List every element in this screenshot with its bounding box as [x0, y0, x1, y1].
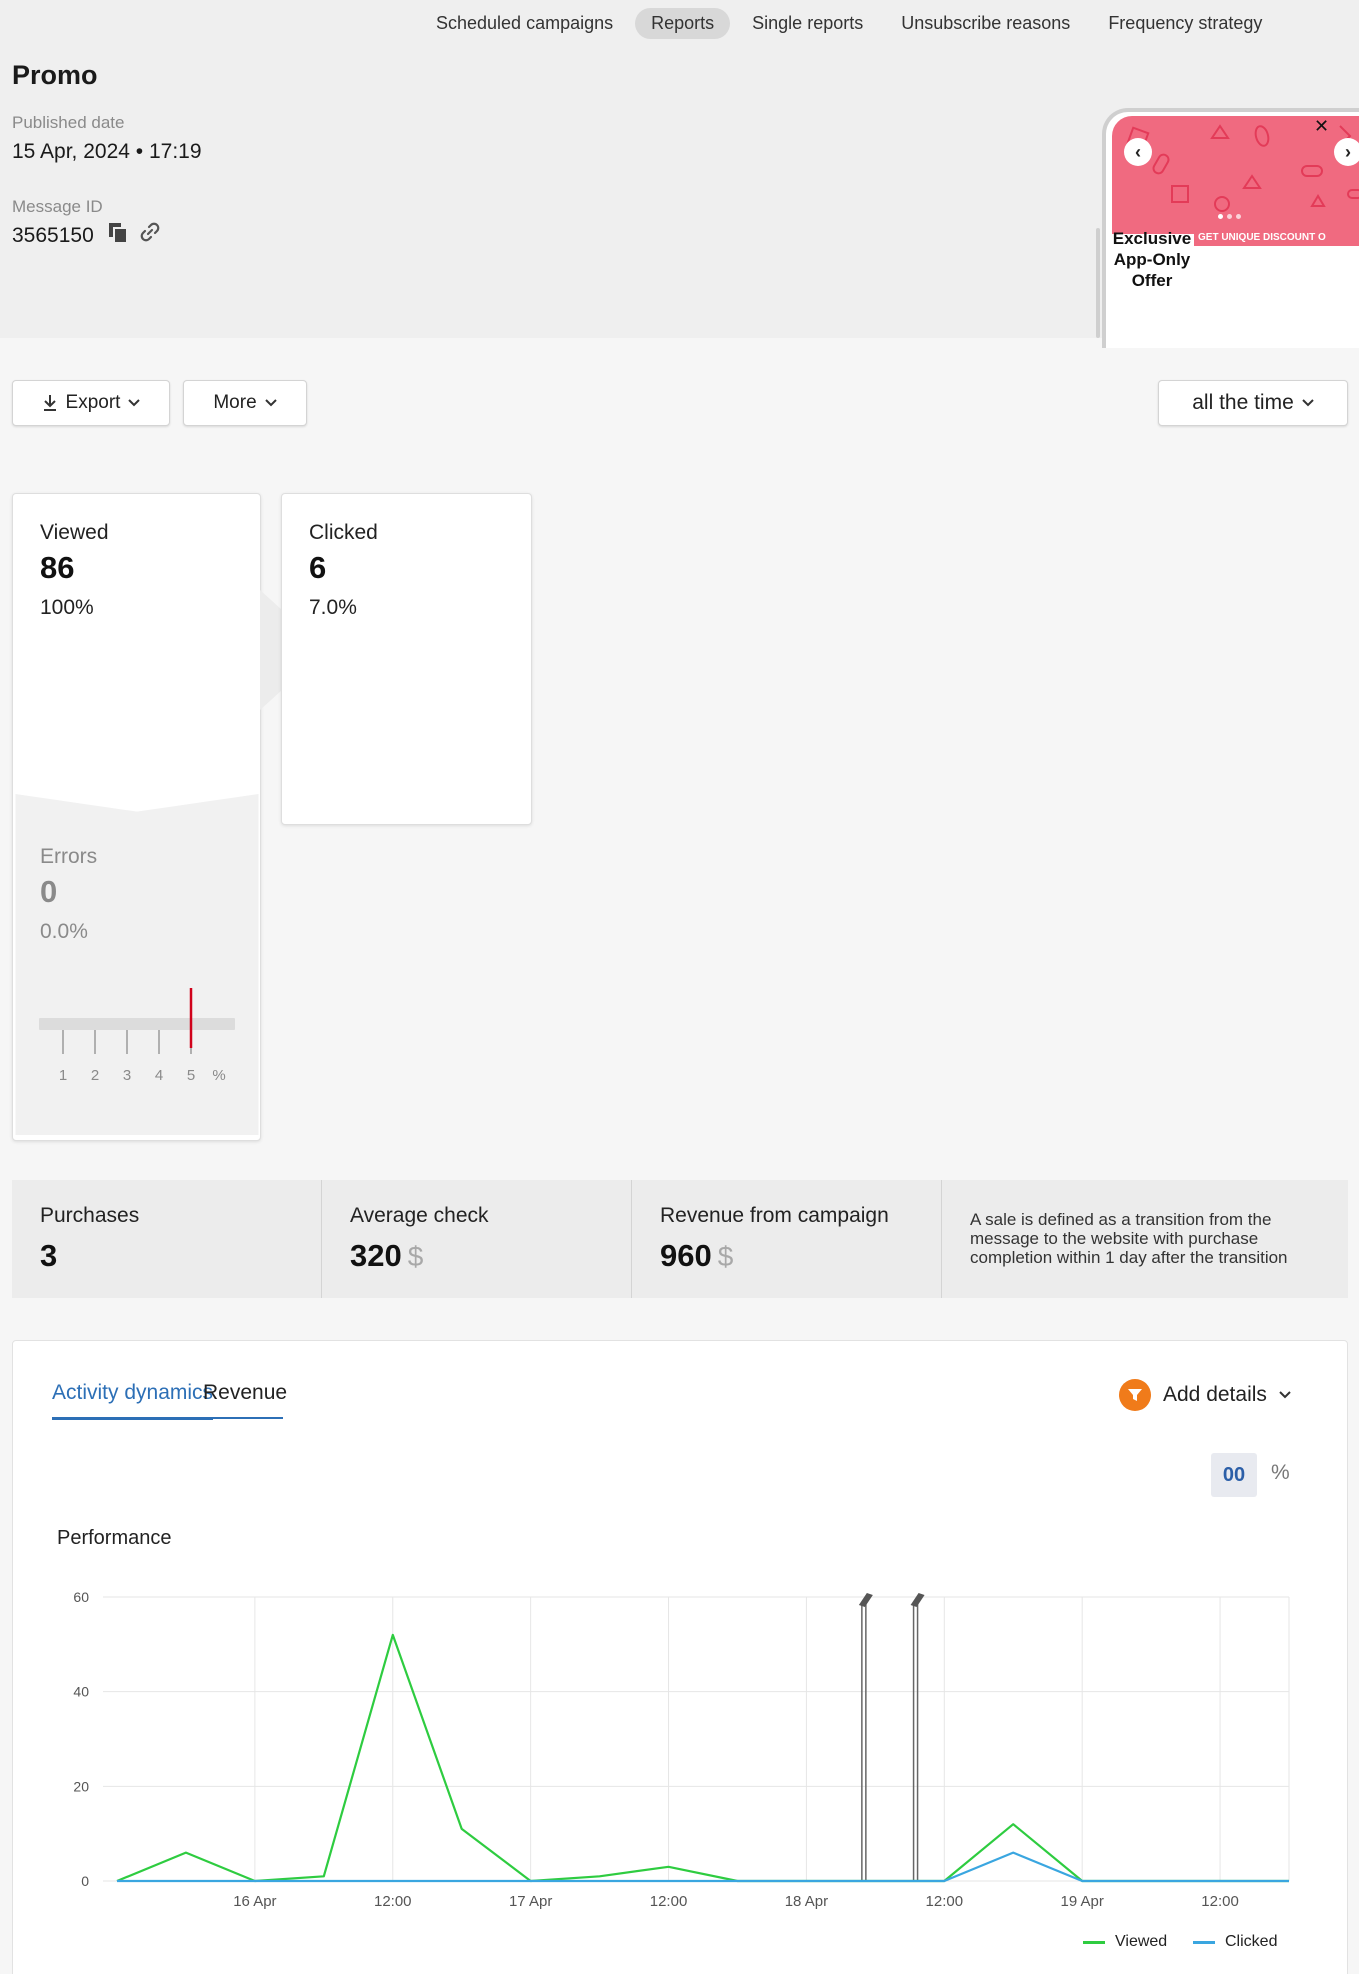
- preview-pagination-dots: [1218, 214, 1241, 219]
- legend-clicked[interactable]: Clicked: [1193, 1933, 1277, 1951]
- top-navigation: Scheduled campaigns Reports Single repor…: [420, 8, 1278, 39]
- export-label: Export: [65, 392, 121, 413]
- currency-symbol: $: [407, 1241, 424, 1272]
- export-button[interactable]: Export: [12, 380, 170, 426]
- copy-icon[interactable]: [108, 222, 130, 244]
- period-label: all the time: [1192, 391, 1294, 414]
- scale-tick-3: 3: [123, 1067, 131, 1084]
- preview-close-icon[interactable]: ✕: [1314, 116, 1329, 137]
- preview-prev-icon[interactable]: ‹: [1124, 138, 1152, 166]
- revenue-amount: 960: [660, 1238, 712, 1273]
- y-tick-label: 0: [81, 1873, 89, 1889]
- purchases-cell: Purchases 3: [12, 1180, 322, 1298]
- chevron-down-icon: [1302, 399, 1314, 407]
- clicked-label: Clicked: [309, 521, 378, 544]
- viewed-value: 86: [40, 550, 75, 585]
- message-preview-phone: ‹ › ✕ Exclusive App-Only Offer GET UNIQU…: [1102, 108, 1359, 348]
- legend-viewed[interactable]: Viewed: [1083, 1933, 1167, 1951]
- x-tick-label: 12:00: [1201, 1893, 1239, 1910]
- revenue-cell: Revenue from campaign 960 $: [632, 1180, 942, 1298]
- average-check-cell: Average check 320 $: [322, 1180, 632, 1298]
- sale-definition-cell: A sale is defined as a transition from t…: [942, 1180, 1348, 1298]
- revenue-label: Revenue from campaign: [660, 1204, 889, 1227]
- purchases-value: 3: [40, 1238, 58, 1273]
- message-id-value: 3565150: [12, 224, 94, 247]
- legend-label: Clicked: [1225, 1933, 1278, 1950]
- error-threshold-scale: 1 2 3 4 5 %: [39, 988, 235, 1084]
- purchases-label: Purchases: [40, 1204, 140, 1227]
- published-date-value: 15 Apr, 2024 • 17:19: [12, 140, 202, 163]
- x-tick-label: 12:00: [926, 1893, 964, 1910]
- tab-frequency-strategy[interactable]: Frequency strategy: [1092, 8, 1278, 39]
- preview-next-icon[interactable]: ›: [1334, 138, 1359, 166]
- preview-cta-strip: GET UNIQUE DISCOUNT O: [1194, 230, 1359, 246]
- revenue-summary: Purchases 3 Average check 320 $ Revenue f…: [12, 1180, 1348, 1298]
- x-tick-label: 12:00: [650, 1893, 688, 1910]
- series-line-viewed: [116, 1633, 1289, 1883]
- y-tick-label: 40: [73, 1684, 89, 1700]
- average-check-amount: 320: [350, 1238, 402, 1273]
- activity-panel: Activity dynamics Revenue Add details 00…: [12, 1340, 1348, 1974]
- download-icon: [43, 395, 56, 411]
- clicked-card: Clicked 6 7.0%: [281, 493, 532, 825]
- scale-tick-1: 1: [59, 1067, 67, 1084]
- y-tick-label: 60: [73, 1589, 89, 1605]
- average-check-label: Average check: [350, 1204, 489, 1227]
- viewed-percent: 100%: [40, 596, 94, 619]
- scale-tick-5: 5: [187, 1067, 195, 1084]
- more-label: More: [213, 392, 257, 413]
- x-tick-label: 17 Apr: [509, 1893, 552, 1910]
- chevron-down-icon: [264, 399, 277, 407]
- tab-single-reports[interactable]: Single reports: [736, 8, 879, 39]
- errors-value: 0: [40, 874, 58, 909]
- clicked-value: 6: [309, 550, 327, 585]
- phone-side-button: [1096, 228, 1100, 338]
- x-tick-label: 12:00: [374, 1893, 412, 1910]
- legend-swatch: [1193, 1940, 1215, 1944]
- published-date-label: Published date: [12, 113, 125, 132]
- legend-swatch: [1083, 1940, 1105, 1944]
- scale-tick-4: 4: [155, 1067, 163, 1084]
- scale-unit: %: [212, 1067, 225, 1084]
- message-id-label: Message ID: [12, 197, 103, 216]
- clicked-percent: 7.0%: [309, 596, 357, 619]
- tab-reports[interactable]: Reports: [635, 8, 731, 39]
- errors-label: Errors: [40, 845, 98, 868]
- performance-chart: 0 20 40 60 16 Apr 12:00 17 Apr 12:00 18 Apr 12:00…: [73, 1589, 1290, 1910]
- viewed-label: Viewed: [40, 521, 109, 544]
- revenue-value: 960 $: [660, 1238, 733, 1274]
- legend-label: Viewed: [1115, 1933, 1168, 1950]
- y-tick-label: 20: [73, 1778, 89, 1794]
- link-icon[interactable]: [138, 220, 162, 244]
- currency-symbol: $: [717, 1241, 734, 1272]
- viewed-card: Viewed 86 100% Errors 0 0.0% 1 2 3 4 5 %: [12, 493, 261, 1141]
- period-select[interactable]: all the time: [1158, 380, 1348, 426]
- average-check-value: 320 $: [350, 1238, 423, 1274]
- event-marker-flag: [910, 1593, 925, 1607]
- scale-tick-2: 2: [91, 1067, 99, 1084]
- tab-scheduled-campaigns[interactable]: Scheduled campaigns: [420, 8, 629, 39]
- preview-headline: Exclusive App-Only Offer: [1112, 229, 1192, 290]
- page-title: Promo: [12, 60, 98, 90]
- errors-percent: 0.0%: [40, 920, 88, 943]
- chevron-down-icon: [128, 399, 141, 407]
- x-tick-label: 18 Apr: [785, 1893, 828, 1910]
- event-marker-flag: [858, 1593, 873, 1607]
- tab-unsubscribe-reasons[interactable]: Unsubscribe reasons: [885, 8, 1086, 39]
- x-tick-label: 16 Apr: [233, 1893, 276, 1910]
- sale-definition-note: A sale is defined as a transition from t…: [970, 1210, 1288, 1267]
- series-line-clicked: [117, 1851, 1289, 1883]
- more-button[interactable]: More: [183, 380, 307, 426]
- x-tick-label: 19 Apr: [1060, 1893, 1103, 1910]
